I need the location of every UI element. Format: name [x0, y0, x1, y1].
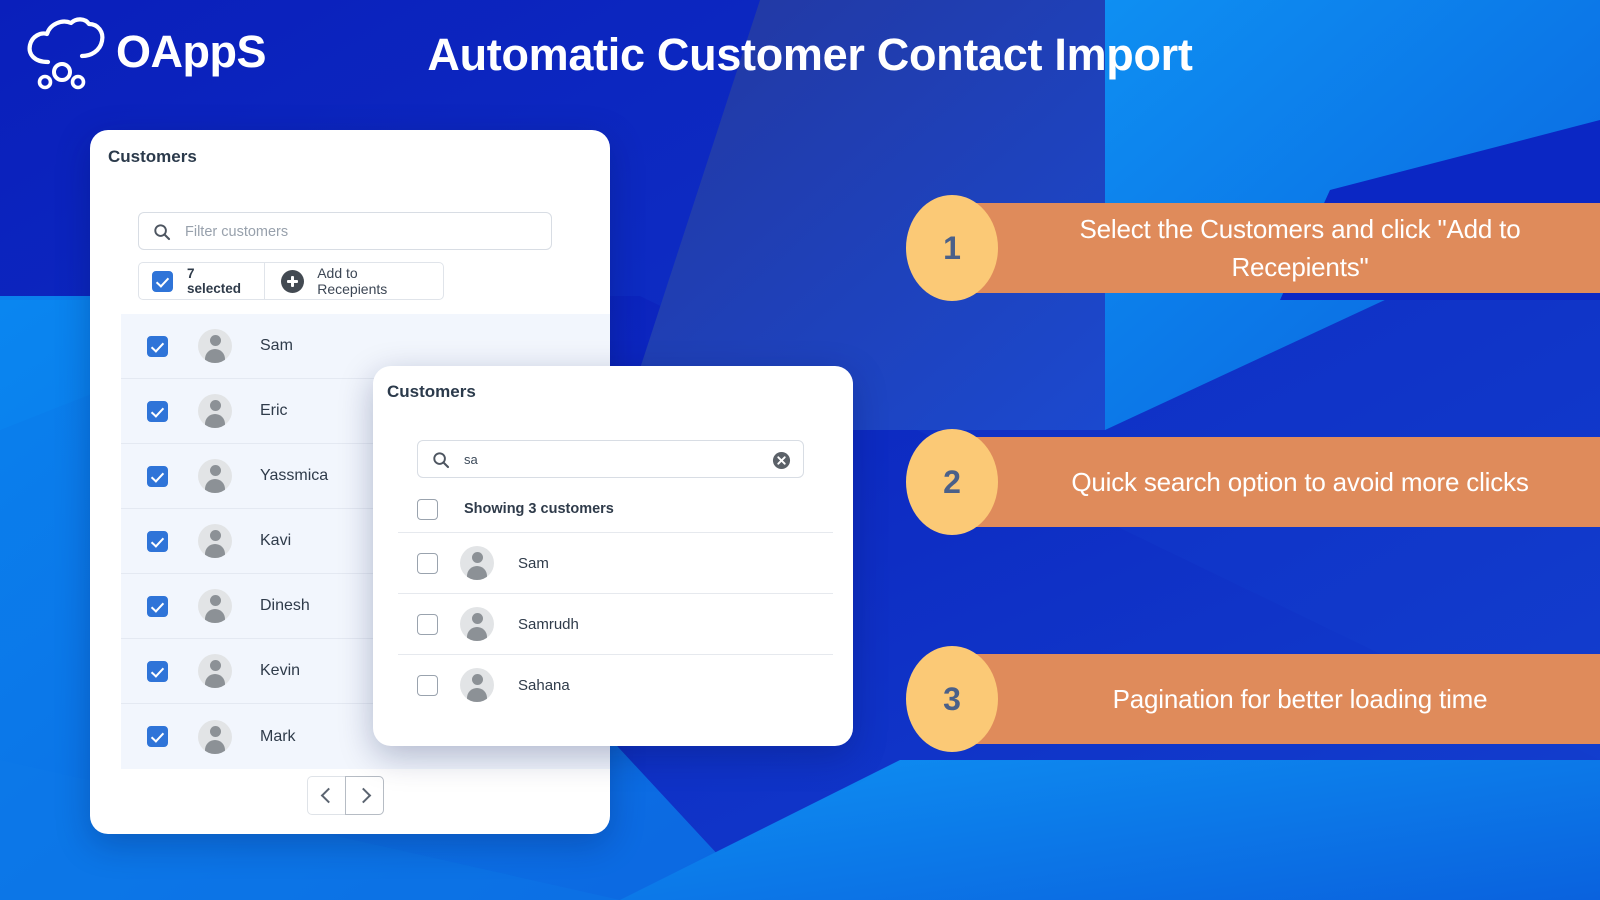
search-results-list: Sam Samrudh Sahana: [398, 532, 833, 715]
callout-text-2: Quick search option to avoid more clicks: [1071, 467, 1529, 497]
customer-search-card: Customers sa Showing 3 customers Sam Samr…: [373, 366, 853, 746]
clear-circle-icon[interactable]: [772, 451, 791, 470]
avatar: [198, 654, 232, 688]
search-card-title: Customers: [387, 382, 476, 401]
selected-count-label: 7 selected: [187, 266, 242, 296]
callout-text-3: Pagination for better loading time: [1112, 684, 1488, 714]
results-header: Showing 3 customers: [417, 492, 614, 526]
list-item[interactable]: Samrudh: [398, 593, 833, 654]
list-item[interactable]: Sahana: [398, 654, 833, 715]
results-count-label: Showing 3 customers: [464, 501, 614, 517]
callout-badge-1: 1: [906, 195, 998, 301]
customer-row-checkbox[interactable]: [147, 726, 168, 747]
add-to-recipients-label: Add to Recepients: [317, 265, 388, 297]
select-all-checkbox[interactable]: [152, 270, 173, 292]
filter-customers-input[interactable]: Filter customers: [138, 212, 552, 250]
customer-name: Sam: [518, 554, 549, 572]
customer-search-input[interactable]: sa: [417, 440, 804, 478]
customer-name: Sahana: [518, 676, 570, 694]
page-header: OAppS Automatic Customer Contact Import: [0, 0, 1600, 112]
callout-step-1: 1 Select the Customers and click "Add to…: [906, 195, 1600, 301]
customer-row-checkbox[interactable]: [147, 660, 168, 682]
customer-row-checkbox[interactable]: [147, 595, 168, 617]
avatar: [460, 546, 494, 580]
chevron-right-icon: [355, 787, 371, 804]
customer-name: Kavi: [260, 532, 292, 549]
plus-circle-icon: [281, 269, 305, 293]
result-row-checkbox[interactable]: [417, 674, 438, 696]
customer-name: Sam: [260, 337, 293, 354]
search-icon: [154, 224, 171, 241]
selection-toolbar: 7 selected Add to Recepients: [138, 262, 444, 300]
customer-name: Kevin: [260, 662, 301, 679]
brand-name: OAppS: [116, 26, 267, 77]
search-input-value: sa: [464, 452, 478, 467]
pagination-prev-button[interactable]: [307, 776, 346, 815]
callout-badge-3: 3: [906, 646, 998, 752]
pagination: [307, 776, 384, 815]
customer-name: Eric: [260, 402, 288, 419]
customer-name: Dinesh: [260, 597, 310, 614]
result-row-checkbox[interactable]: [417, 613, 438, 635]
customers-card-title: Customers: [108, 147, 197, 166]
cloud-icon: [27, 17, 105, 90]
customer-row-checkbox[interactable]: [147, 335, 168, 357]
avatar: [198, 719, 232, 754]
avatar: [198, 329, 232, 363]
customer-row-checkbox[interactable]: [147, 400, 168, 422]
callout-step-2: 2 Quick search option to avoid more clic…: [906, 429, 1600, 535]
add-to-recipients-button[interactable]: Add to Recepients: [265, 263, 443, 299]
avatar: [198, 589, 232, 623]
result-row-checkbox[interactable]: [417, 552, 438, 574]
search-icon: [433, 452, 450, 469]
customer-row-checkbox[interactable]: [147, 530, 168, 552]
customer-row-checkbox[interactable]: [147, 465, 168, 487]
customer-name: Samrudh: [518, 615, 579, 633]
chevron-left-icon: [320, 787, 336, 804]
filter-placeholder: Filter customers: [185, 224, 289, 240]
customer-name: Mark: [260, 727, 296, 745]
selected-count-segment[interactable]: 7 selected: [139, 263, 266, 299]
page-title: Automatic Customer Contact Import: [427, 29, 1193, 80]
results-select-all-checkbox[interactable]: [417, 498, 438, 520]
customer-name: Yassmica: [260, 467, 329, 484]
pagination-next-button[interactable]: [345, 776, 384, 815]
list-item[interactable]: Sam: [398, 532, 833, 593]
avatar: [198, 459, 232, 493]
callout-step-3: 3 Pagination for better loading time: [906, 646, 1600, 752]
avatar: [460, 668, 494, 702]
avatar: [198, 524, 232, 558]
callout-badge-2: 2: [906, 429, 998, 535]
callout-text-1: Select the Customers and click "Add to R…: [1079, 214, 1521, 282]
avatar: [460, 607, 494, 641]
avatar: [198, 394, 232, 428]
